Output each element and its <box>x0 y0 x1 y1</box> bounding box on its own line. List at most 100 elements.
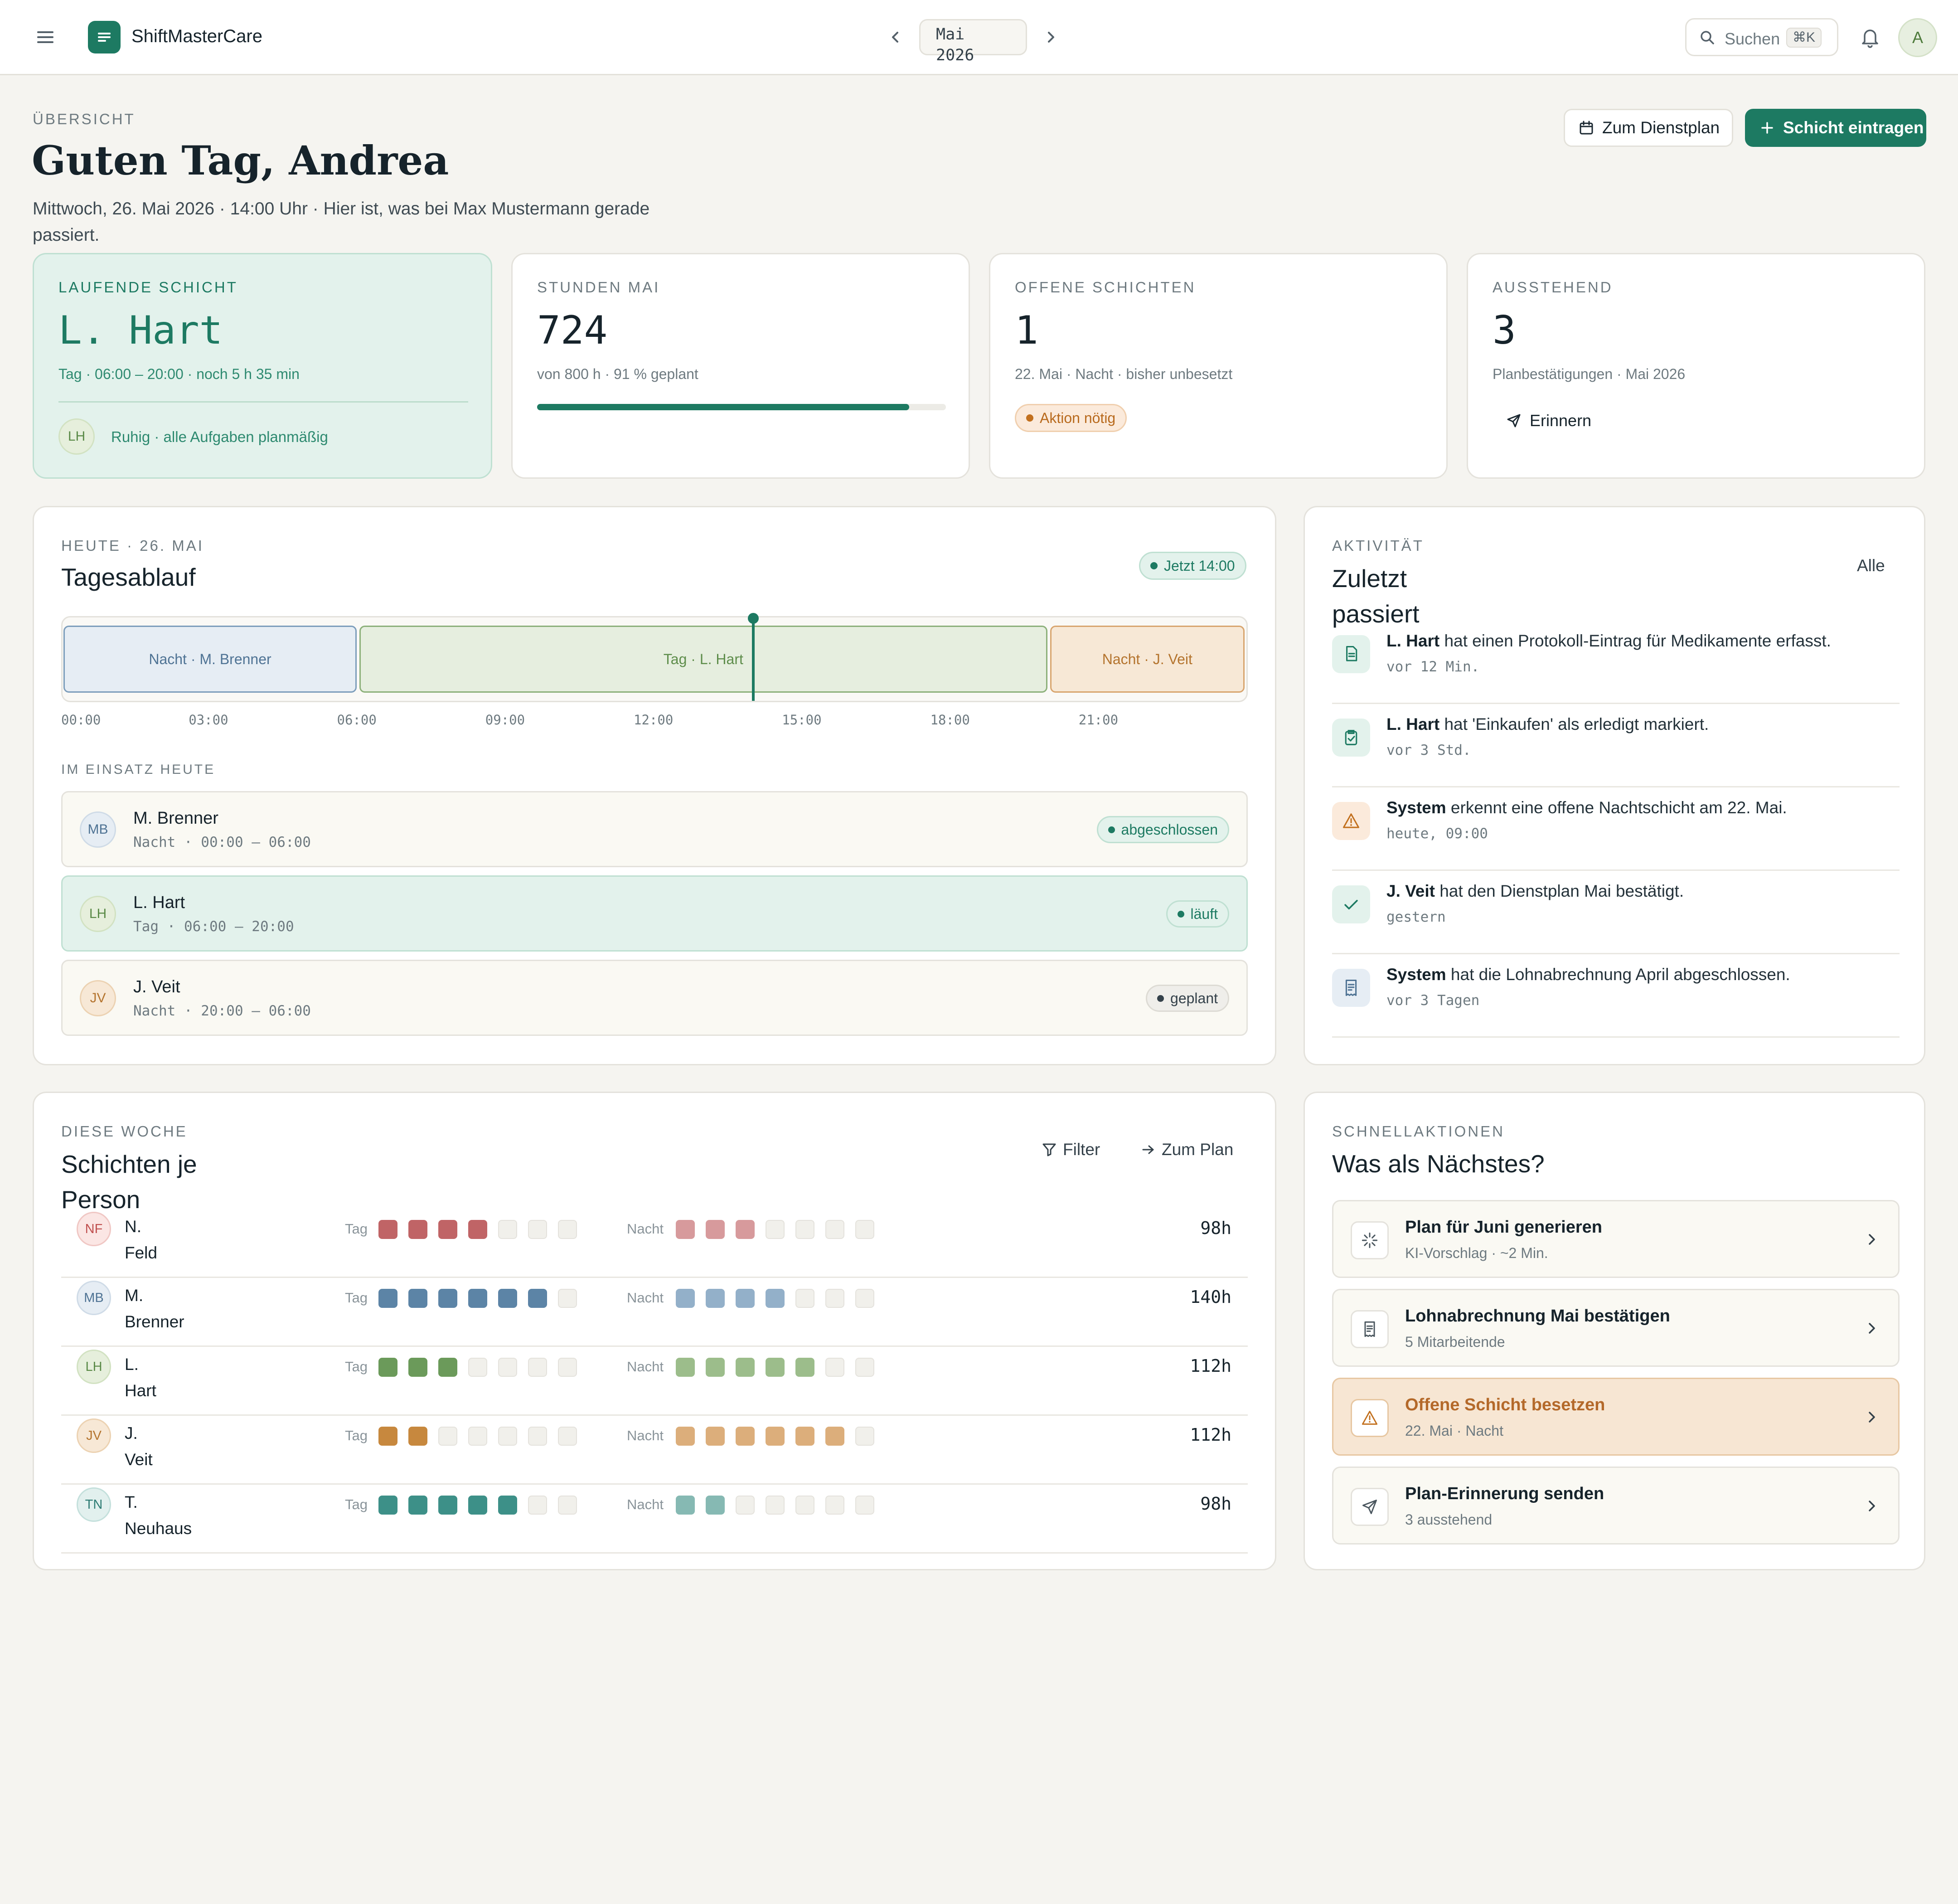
current-shift-label: LAUFENDE SCHICHT <box>58 279 238 296</box>
night-shift-cell <box>795 1496 814 1515</box>
activity-eyebrow: AKTIVITÄT <box>1332 537 1424 554</box>
sparkle-icon <box>1351 1221 1389 1259</box>
night-shift-cell <box>736 1358 755 1377</box>
night-shift-cell <box>736 1289 755 1308</box>
timeline-segment-label: Nacht · M. Brenner <box>149 651 271 667</box>
week-row[interactable]: NF N. Feld Tag Nacht 98h <box>61 1209 1248 1278</box>
shift-status-label: abgeschlossen <box>1121 821 1218 838</box>
day-shift-cell <box>558 1427 577 1446</box>
activity-text: System erkennt eine offene Nachtschicht … <box>1386 797 1894 819</box>
now-badge: Jetzt 14:00 <box>1139 552 1246 580</box>
hours-label: STUNDEN MAI <box>537 279 660 296</box>
plus-icon <box>1760 121 1774 135</box>
timeline-title: Tagesablauf <box>61 563 196 591</box>
week-hours: 112h <box>1190 1356 1231 1376</box>
day-shift-cell <box>528 1289 547 1308</box>
open-shifts-value: 1 <box>1015 308 1038 353</box>
activity-item[interactable]: System hat die Lohnabrechnung April abge… <box>1332 954 1900 1038</box>
activity-text: L. Hart hat 'Einkaufen' als erledigt mar… <box>1386 713 1894 736</box>
day-shift-cell <box>438 1220 457 1239</box>
day-shift-cell <box>378 1220 397 1239</box>
week-person-name: L. Hart <box>125 1351 156 1404</box>
on-duty-avatar-initials: JV <box>90 991 106 1005</box>
timeline-tick-label: 15:00 <box>782 712 822 728</box>
day-shift-cell <box>498 1358 517 1377</box>
night-shift-cell <box>825 1289 844 1308</box>
search-button[interactable]: Suchen ⌘K <box>1685 18 1838 56</box>
night-shift-cell <box>766 1496 785 1515</box>
day-shift-label: Tag <box>345 1359 368 1375</box>
activity-card: AKTIVITÄT Zuletzt passiert Alle L. Hart … <box>1304 506 1925 1065</box>
quick-action-item[interactable]: Plan für Juni generieren KI-Vorschlag · ~… <box>1332 1200 1900 1278</box>
night-shift-cell <box>795 1358 814 1377</box>
week-eyebrow: DIESE WOCHE <box>61 1123 188 1140</box>
to-plan-button[interactable]: Zum Plan <box>1141 1140 1233 1159</box>
remind-button[interactable]: Erinnern <box>1493 406 1605 436</box>
current-shift-card: LAUFENDE SCHICHT L. Hart Tag · 06:00 – 2… <box>33 253 492 479</box>
night-shift-cell <box>795 1427 814 1446</box>
to-schedule-button[interactable]: Zum Dienstplan <box>1564 109 1733 147</box>
on-duty-row[interactable]: JV J. Veit Nacht · 20:00 – 06:00 geplant <box>61 960 1248 1036</box>
add-shift-button[interactable]: Schicht eintragen <box>1745 109 1926 147</box>
activity-item[interactable]: L. Hart hat einen Protokoll-Eintrag für … <box>1332 621 1900 704</box>
prev-month-icon[interactable] <box>887 28 905 46</box>
timeline-segment[interactable]: Nacht · M. Brenner <box>63 626 357 693</box>
shift-status-dot <box>1177 910 1184 918</box>
day-shift-cell <box>498 1496 517 1515</box>
clipboard-check-icon <box>1332 719 1370 757</box>
day-shift-cell <box>408 1220 427 1239</box>
filter-button[interactable]: Filter <box>1042 1140 1100 1159</box>
quick-action-subtitle: 5 Mitarbeitende <box>1405 1334 1505 1350</box>
quick-action-subtitle: 3 ausstehend <box>1405 1511 1493 1528</box>
quick-action-title: Plan für Juni generieren <box>1405 1218 1602 1237</box>
timeline-segment[interactable]: Tag · L. Hart <box>359 626 1047 693</box>
on-duty-row[interactable]: LH L. Hart Tag · 06:00 – 20:00 läuft <box>61 875 1248 952</box>
activity-all-link[interactable]: Alle <box>1857 556 1885 575</box>
day-shift-label: Tag <box>345 1428 368 1443</box>
on-duty-shift: Nacht · 20:00 – 06:00 <box>133 1003 311 1019</box>
week-person-first: T. <box>125 1493 138 1511</box>
now-label: Jetzt 14:00 <box>1164 557 1235 574</box>
notification-bell-icon[interactable] <box>1860 26 1880 48</box>
activity-actor: L. Hart <box>1386 715 1440 733</box>
quick-action-item[interactable]: Lohnabrechnung Mai bestätigen 5 Mitarbeit… <box>1332 1289 1900 1367</box>
day-shift-cell <box>558 1289 577 1308</box>
pending-value: 3 <box>1493 308 1516 353</box>
activity-description: hat die Lohnabrechnung April abgeschloss… <box>1446 965 1790 984</box>
night-shift-label: Nacht <box>627 1359 664 1375</box>
quick-action-item[interactable]: Plan-Erinnerung senden 3 ausstehend <box>1332 1467 1900 1545</box>
night-shift-cell <box>706 1220 725 1239</box>
quick-eyebrow: SCHNELLAKTIONEN <box>1332 1123 1505 1140</box>
night-shift-cell <box>676 1220 695 1239</box>
shift-status-badge: läuft <box>1166 900 1229 928</box>
user-avatar[interactable]: A <box>1898 18 1937 57</box>
quick-action-subtitle: 22. Mai · Nacht <box>1405 1423 1503 1439</box>
current-shift-detail: Tag · 06:00 – 20:00 · noch 5 h 35 min <box>58 366 300 382</box>
activity-actor: System <box>1386 798 1446 817</box>
week-row[interactable]: MB M. Brenner Tag Nacht 140h <box>61 1278 1248 1347</box>
current-shift-avatar-initials: LH <box>68 429 86 444</box>
on-duty-row[interactable]: MB M. Brenner Nacht · 00:00 – 06:00 abgesch… <box>61 791 1248 867</box>
night-shift-cell <box>855 1220 874 1239</box>
chevron-right-icon <box>1864 1320 1880 1336</box>
week-avatar-initials: LH <box>85 1359 102 1374</box>
week-row[interactable]: TN T. Neuhaus Tag Nacht 98h <box>61 1485 1248 1554</box>
quick-action-item[interactable]: Offene Schicht besetzen 22. Mai · Nacht <box>1332 1378 1900 1456</box>
activity-item[interactable]: L. Hart hat 'Einkaufen' als erledigt mar… <box>1332 704 1900 787</box>
timeline-segment[interactable]: Nacht · J. Veit <box>1050 626 1245 693</box>
week-row[interactable]: LH L. Hart Tag Nacht 112h <box>61 1347 1248 1416</box>
day-shift-cell <box>498 1220 517 1239</box>
shift-status-label: läuft <box>1190 905 1218 922</box>
week-person-last: Feld <box>125 1243 157 1262</box>
week-person-name: T. Neuhaus <box>125 1489 192 1542</box>
week-row[interactable]: JV J. Veit Tag Nacht 112h <box>61 1416 1248 1485</box>
night-shift-cell <box>855 1358 874 1377</box>
menu-icon[interactable] <box>36 28 54 46</box>
activity-item[interactable]: System erkennt eine offene Nachtschicht … <box>1332 787 1900 871</box>
next-month-icon[interactable] <box>1042 28 1060 46</box>
month-picker[interactable]: Mai 2026 <box>919 19 1027 64</box>
current-shift-name: L. Hart <box>58 308 223 353</box>
day-shift-cell <box>408 1358 427 1377</box>
on-duty-shift: Tag · 06:00 – 20:00 <box>133 918 294 935</box>
activity-item[interactable]: J. Veit hat den Dienstplan Mai bestätigt… <box>1332 871 1900 954</box>
